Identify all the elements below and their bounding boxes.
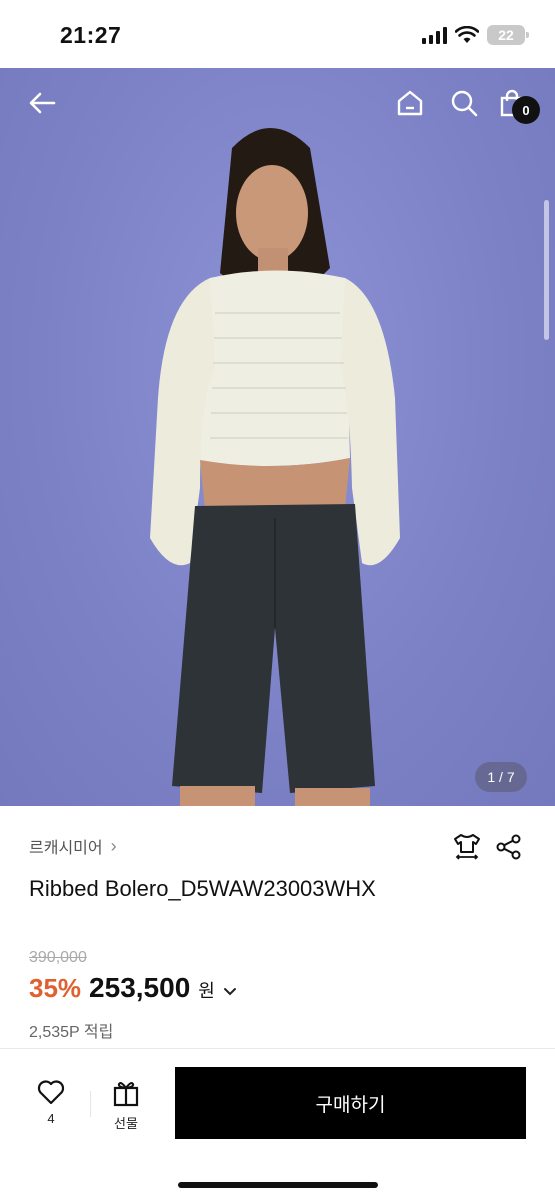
status-bar: 21:27 22 <box>0 0 555 68</box>
cart-count-badge: 0 <box>512 96 540 124</box>
product-image[interactable]: 1 / 7 <box>0 68 555 806</box>
divider <box>90 1091 91 1117</box>
gift-button[interactable]: 선물 <box>101 1079 151 1132</box>
chevron-down-icon[interactable] <box>223 987 237 997</box>
bottom-action-bar: 4 선물 구매하기 <box>0 1048 555 1200</box>
arrow-left-icon <box>29 92 56 114</box>
gift-icon <box>113 1082 139 1107</box>
home-indicator[interactable] <box>178 1182 378 1188</box>
search-icon <box>451 90 478 117</box>
wifi-icon <box>455 26 479 43</box>
size-guide-button[interactable] <box>450 830 484 864</box>
page-scrollbar[interactable] <box>544 200 549 340</box>
home-button[interactable] <box>390 83 430 123</box>
price-row[interactable]: 35% 253,500 원 <box>29 972 237 1004</box>
status-icons: 22 <box>422 25 529 45</box>
product-title: Ribbed Bolero_D5WAW23003WHX <box>29 876 376 901</box>
buy-button[interactable]: 구매하기 <box>175 1067 526 1139</box>
sale-price: 253,500 <box>89 972 191 1003</box>
like-count: 4 <box>47 1111 55 1126</box>
home-icon <box>397 90 423 116</box>
cellular-signal-icon <box>422 26 447 44</box>
discount-rate: 35% <box>29 973 82 1003</box>
like-button[interactable]: 4 <box>26 1079 76 1126</box>
gift-label: 선물 <box>114 1116 138 1131</box>
share-icon <box>496 834 521 860</box>
heart-icon <box>37 1080 65 1105</box>
chevron-right-icon: › <box>110 835 117 856</box>
reward-points: 2,535P 적립 <box>29 1024 114 1041</box>
share-button[interactable] <box>492 830 526 864</box>
currency-unit: 원 <box>198 981 215 1001</box>
search-button[interactable] <box>444 83 484 123</box>
model-figure <box>150 128 400 806</box>
image-pager: 1 / 7 <box>475 762 527 792</box>
status-time: 21:27 <box>60 22 122 48</box>
brand-link[interactable]: 르캐시미어 › <box>29 834 117 858</box>
original-price: 390,000 <box>29 949 87 966</box>
battery-icon: 22 <box>487 25 529 45</box>
back-button[interactable] <box>22 83 62 123</box>
brand-name: 르캐시미어 <box>29 840 103 857</box>
tshirt-size-icon <box>454 834 480 860</box>
